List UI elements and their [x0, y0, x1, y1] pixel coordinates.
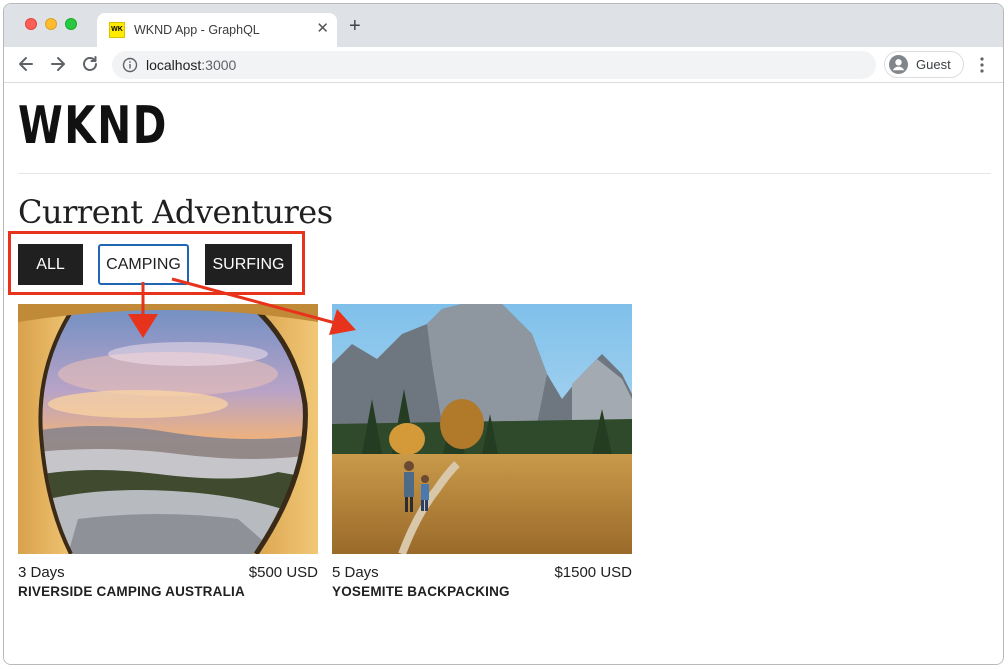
more-menu-icon[interactable] — [977, 55, 987, 75]
page-content: WKND Current Adventures ALL CAMPING SURF… — [4, 84, 1003, 664]
address-bar[interactable]: localhost:3000 — [112, 51, 876, 79]
reload-icon[interactable] — [80, 54, 100, 74]
browser-toolbar: localhost:3000 Guest — [4, 47, 1003, 83]
url-host: localhost — [146, 57, 202, 73]
profile-button[interactable]: Guest — [884, 51, 964, 78]
card-price: $1500 USD — [554, 564, 632, 581]
card-duration: 5 Days — [332, 564, 379, 581]
yosemite-hikers-image[interactable] — [332, 304, 632, 554]
maximize-window-button[interactable] — [65, 18, 77, 30]
new-tab-button[interactable]: + — [349, 16, 361, 36]
card-title[interactable]: YOSEMITE BACKPACKING — [332, 584, 510, 599]
adventure-card[interactable]: 3 Days $500 USD RIVERSIDE CAMPING AUSTRA… — [18, 304, 318, 599]
page-title: Current Adventures — [18, 193, 333, 231]
tab-title: WKND App - GraphQL — [134, 23, 260, 37]
close-window-button[interactable] — [25, 18, 37, 30]
wknd-favicon-icon: WK — [109, 22, 125, 38]
filter-highlight-box — [8, 231, 305, 295]
wknd-logo[interactable]: WKND — [18, 94, 168, 158]
profile-label: Guest — [916, 57, 951, 72]
tent-sunset-image[interactable] — [18, 304, 318, 554]
card-duration: 3 Days — [18, 564, 65, 581]
minimize-window-button[interactable] — [45, 18, 57, 30]
card-title[interactable]: RIVERSIDE CAMPING AUSTRALIA — [18, 584, 245, 599]
user-avatar-icon — [889, 55, 908, 74]
browser-window: WK WKND App - GraphQL ✕ + localhost:3000 — [3, 3, 1004, 665]
header-divider — [18, 173, 991, 174]
card-price: $500 USD — [248, 564, 318, 581]
tab-close-icon[interactable]: ✕ — [316, 21, 329, 37]
browser-tab[interactable]: WK WKND App - GraphQL ✕ — [97, 13, 337, 47]
info-icon[interactable] — [122, 57, 138, 73]
url-port: :3000 — [201, 57, 237, 73]
adventure-card[interactable]: 5 Days $1500 USD YOSEMITE BACKPACKING — [332, 304, 632, 599]
back-arrow-icon[interactable] — [16, 54, 36, 74]
url-text: localhost:3000 — [146, 57, 236, 73]
tab-bar: WK WKND App - GraphQL ✕ + — [4, 4, 1003, 47]
forward-arrow-icon[interactable] — [48, 54, 68, 74]
